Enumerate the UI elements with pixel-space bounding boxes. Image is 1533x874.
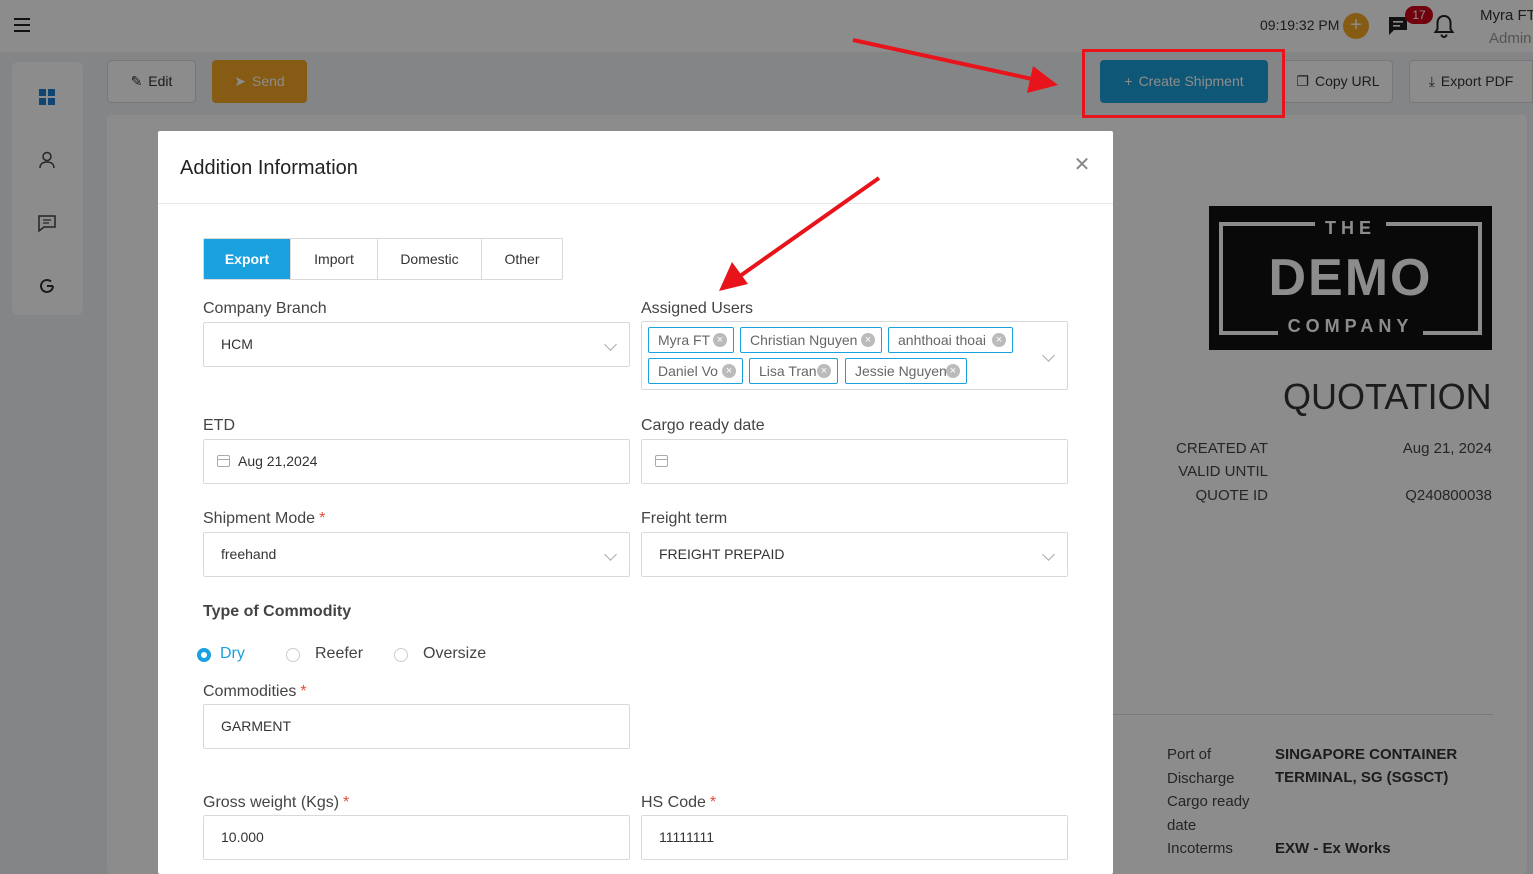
etd-label: ETD [203, 417, 235, 434]
remove-tag-icon[interactable]: × [722, 364, 736, 378]
user-tag: anhthoai thoai × [888, 327, 1013, 353]
gross-weight-label: Gross weight (Kgs) * [203, 794, 350, 811]
tab-export[interactable]: Export [204, 239, 291, 279]
user-tag: Myra FT × [648, 327, 734, 353]
company-branch-select[interactable]: HCM [203, 322, 630, 367]
shipment-type-tabs: Export Import Domestic Other [203, 238, 563, 280]
close-icon[interactable]: ✕ [1072, 155, 1092, 175]
user-tag: Lisa Tran × [749, 358, 838, 384]
commodities-input[interactable]: GARMENT [203, 704, 630, 749]
tab-domestic[interactable]: Domestic [378, 239, 482, 279]
remove-tag-icon[interactable]: × [713, 333, 727, 347]
tab-import[interactable]: Import [291, 239, 378, 279]
cargo-ready-date-picker[interactable] [641, 439, 1068, 484]
freight-term-label: Freight term [641, 510, 728, 527]
company-branch-label: Company Branch [203, 300, 327, 317]
chevron-down-icon [1042, 349, 1055, 362]
chevron-down-icon [604, 338, 617, 351]
assigned-users-label: Assigned Users [641, 300, 754, 317]
radio-reefer[interactable]: Reefer [286, 645, 376, 665]
tab-other[interactable]: Other [482, 239, 562, 279]
shipment-mode-label: Shipment Mode * [203, 510, 326, 527]
calendar-icon [217, 455, 230, 467]
commodities-label: Commodities * [203, 683, 307, 700]
modal-header: Addition Information ✕ [158, 131, 1113, 204]
chevron-down-icon [1042, 548, 1055, 561]
radio-dry[interactable]: Dry [197, 645, 277, 665]
addition-information-modal: Addition Information ✕ Export Import Dom… [158, 131, 1113, 874]
remove-tag-icon[interactable]: × [817, 364, 831, 378]
annotation-highlight-box [1082, 49, 1285, 118]
etd-date-picker[interactable]: Aug 21,2024 [203, 439, 630, 484]
shipment-mode-select[interactable]: freehand [203, 532, 630, 577]
remove-tag-icon[interactable]: × [946, 364, 960, 378]
hs-code-input[interactable]: 11111111 [641, 815, 1068, 860]
modal-title: Addition Information [180, 157, 358, 179]
gross-weight-input[interactable]: 10.000 [203, 815, 630, 860]
cargo-ready-date-label: Cargo ready date [641, 417, 765, 434]
radio-oversize[interactable]: Oversize [394, 645, 494, 665]
commodity-type-title: Type of Commodity [203, 603, 352, 620]
user-tag: Christian Nguyen × [740, 327, 882, 353]
user-tag: Daniel Vo × [648, 358, 743, 384]
user-tag: Jessie Nguyen × [845, 358, 967, 384]
chevron-down-icon [604, 548, 617, 561]
hs-code-label: HS Code * [641, 794, 717, 811]
calendar-icon [655, 455, 668, 467]
assigned-users-select[interactable]: Myra FT × Christian Nguyen × anhthoai thoa… [641, 321, 1068, 390]
freight-term-select[interactable]: FREIGHT PREPAID [641, 532, 1068, 577]
remove-tag-icon[interactable]: × [861, 333, 875, 347]
remove-tag-icon[interactable]: × [992, 333, 1006, 347]
